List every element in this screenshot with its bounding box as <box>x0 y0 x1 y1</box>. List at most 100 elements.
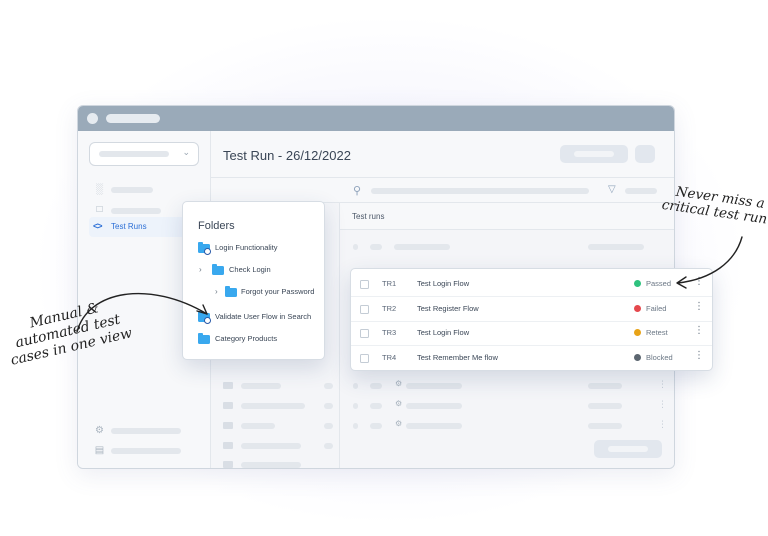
run-id: TR2 <box>382 304 397 313</box>
folders-panel: Folders Login Functionality › Check Logi… <box>182 201 325 360</box>
kebab-menu-icon[interactable]: ⋮ <box>694 351 704 361</box>
table-row[interactable]: TR2 Test Register Flow Failed ⋮ <box>351 296 712 322</box>
search-bar: ⚲ ▽ <box>211 178 674 203</box>
kebab-icon[interactable]: ⋮ <box>658 379 667 390</box>
column-placeholder <box>370 244 382 250</box>
tree-item-placeholder[interactable] <box>241 423 275 429</box>
gear-icon: ⚙ <box>395 399 403 408</box>
button-label-placeholder <box>608 446 648 452</box>
kebab-icon[interactable]: ⋮ <box>658 419 667 430</box>
cell-placeholder <box>406 423 462 429</box>
status-label: Blocked <box>646 353 673 362</box>
column-placeholder <box>394 244 450 250</box>
gear-icon[interactable]: ⚙ <box>94 426 105 436</box>
row-checkbox[interactable] <box>360 354 369 363</box>
tree-item-placeholder[interactable] <box>241 443 301 449</box>
kebab-menu-icon[interactable]: ⋮ <box>694 302 704 312</box>
folder-item-forgot-password[interactable]: › Forgot your Password <box>215 286 323 300</box>
folder-label: Forgot your Password <box>241 287 315 296</box>
run-id: TR1 <box>382 279 397 288</box>
table-header-row <box>340 235 674 257</box>
row-checkbox[interactable] <box>360 305 369 314</box>
cell-placeholder <box>406 383 462 389</box>
run-name[interactable]: Test Login Flow <box>417 328 469 337</box>
sidebar-item-placeholder[interactable] <box>111 208 161 214</box>
status-label: Retest <box>646 328 668 337</box>
filter-icon[interactable]: ▽ <box>608 184 616 195</box>
clipboard-icon[interactable]: ▤ <box>94 446 105 456</box>
run-name[interactable]: Test Remember Me flow <box>417 353 498 362</box>
sidebar-item-label: Test Runs <box>111 222 147 231</box>
status-dot <box>634 329 641 336</box>
folder-label: Category Products <box>215 334 278 343</box>
folder-outline-icon[interactable]: □ <box>94 205 105 215</box>
runs-header: Test runs <box>340 203 674 230</box>
header-primary-button[interactable] <box>560 145 628 163</box>
sidebar-item-placeholder[interactable] <box>111 448 181 454</box>
chart-icon[interactable]: ░ <box>94 185 105 195</box>
test-runs-card: TR1 Test Login Flow Passed ⋮ TR2 Test Re… <box>350 268 713 371</box>
chevron-down-icon: ⌄ <box>182 147 190 157</box>
table-row[interactable]: TR3 Test Login Flow Retest ⋮ <box>351 320 712 346</box>
sidebar-item-test-runs[interactable]: <> Test Runs <box>89 217 197 237</box>
folder-icon <box>223 402 233 409</box>
select-value-placeholder <box>99 151 169 157</box>
sidebar-item-placeholder[interactable] <box>111 187 153 193</box>
row-checkbox[interactable] <box>360 329 369 338</box>
folder-icon <box>223 422 233 429</box>
header-icon-button[interactable] <box>635 145 655 163</box>
folder-label: Check Login <box>229 265 271 274</box>
kebab-menu-icon[interactable]: ⋮ <box>694 277 704 287</box>
code-icon: <> <box>93 221 102 231</box>
folder-label: Validate User Flow in Search <box>215 312 312 321</box>
cell-placeholder <box>370 403 382 409</box>
cell-placeholder <box>370 383 382 389</box>
project-select[interactable]: ⌄ <box>89 142 199 166</box>
table-row[interactable]: TR4 Test Remember Me flow Blocked ⋮ <box>351 345 712 370</box>
status-label: Failed <box>646 304 667 313</box>
gear-icon: ⚙ <box>395 379 403 388</box>
window-titlebar <box>78 106 674 131</box>
folder-icon <box>212 264 225 275</box>
window-title-placeholder <box>106 114 160 123</box>
folder-icon <box>223 382 233 389</box>
chevron-right-icon[interactable]: › <box>199 265 202 274</box>
folder-icon <box>198 333 211 344</box>
table-row[interactable]: ⚙ ⋮ <box>340 395 674 417</box>
page-title: Test Run - 26/12/2022 <box>223 148 351 163</box>
run-name[interactable]: Test Register Flow <box>417 304 479 313</box>
cell-placeholder <box>588 383 622 389</box>
tree-item-placeholder[interactable] <box>241 403 305 409</box>
load-more-button[interactable] <box>594 440 662 458</box>
cell-placeholder <box>370 423 382 429</box>
count-placeholder <box>324 443 333 449</box>
folder-gear-icon <box>198 311 211 324</box>
row-checkbox[interactable] <box>360 280 369 289</box>
folder-icon <box>223 442 233 449</box>
sidebar-item-placeholder[interactable] <box>111 428 181 434</box>
checkbox-placeholder <box>353 383 358 389</box>
folder-item-check-login[interactable]: › Check Login <box>199 264 319 278</box>
kebab-icon[interactable]: ⋮ <box>658 399 667 410</box>
folder-item-category-products[interactable]: Category Products <box>198 333 318 347</box>
cell-placeholder <box>588 423 622 429</box>
table-row[interactable]: ⚙ ⋮ <box>340 375 674 397</box>
folder-item-login-functionality[interactable]: Login Functionality <box>198 242 318 256</box>
page-header: Test Run - 26/12/2022 <box>211 131 674 178</box>
kebab-menu-icon[interactable]: ⋮ <box>694 326 704 336</box>
window-control-dot[interactable] <box>87 113 98 124</box>
run-name[interactable]: Test Login Flow <box>417 279 469 288</box>
column-placeholder <box>588 244 644 250</box>
count-placeholder <box>324 423 333 429</box>
chevron-right-icon[interactable]: › <box>215 287 218 296</box>
folder-item-validate-user-flow[interactable]: Validate User Flow in Search <box>198 311 322 325</box>
cell-placeholder <box>406 403 462 409</box>
search-icon[interactable]: ⚲ <box>353 184 361 197</box>
tree-item-placeholder[interactable] <box>241 383 281 389</box>
folder-icon <box>223 461 233 468</box>
search-input[interactable] <box>371 188 589 194</box>
table-row[interactable]: TR1 Test Login Flow Passed ⋮ <box>351 271 712 297</box>
tree-item-placeholder[interactable] <box>241 462 301 468</box>
table-row[interactable]: ⚙ ⋮ <box>340 415 674 437</box>
filter-label-placeholder[interactable] <box>625 188 657 194</box>
